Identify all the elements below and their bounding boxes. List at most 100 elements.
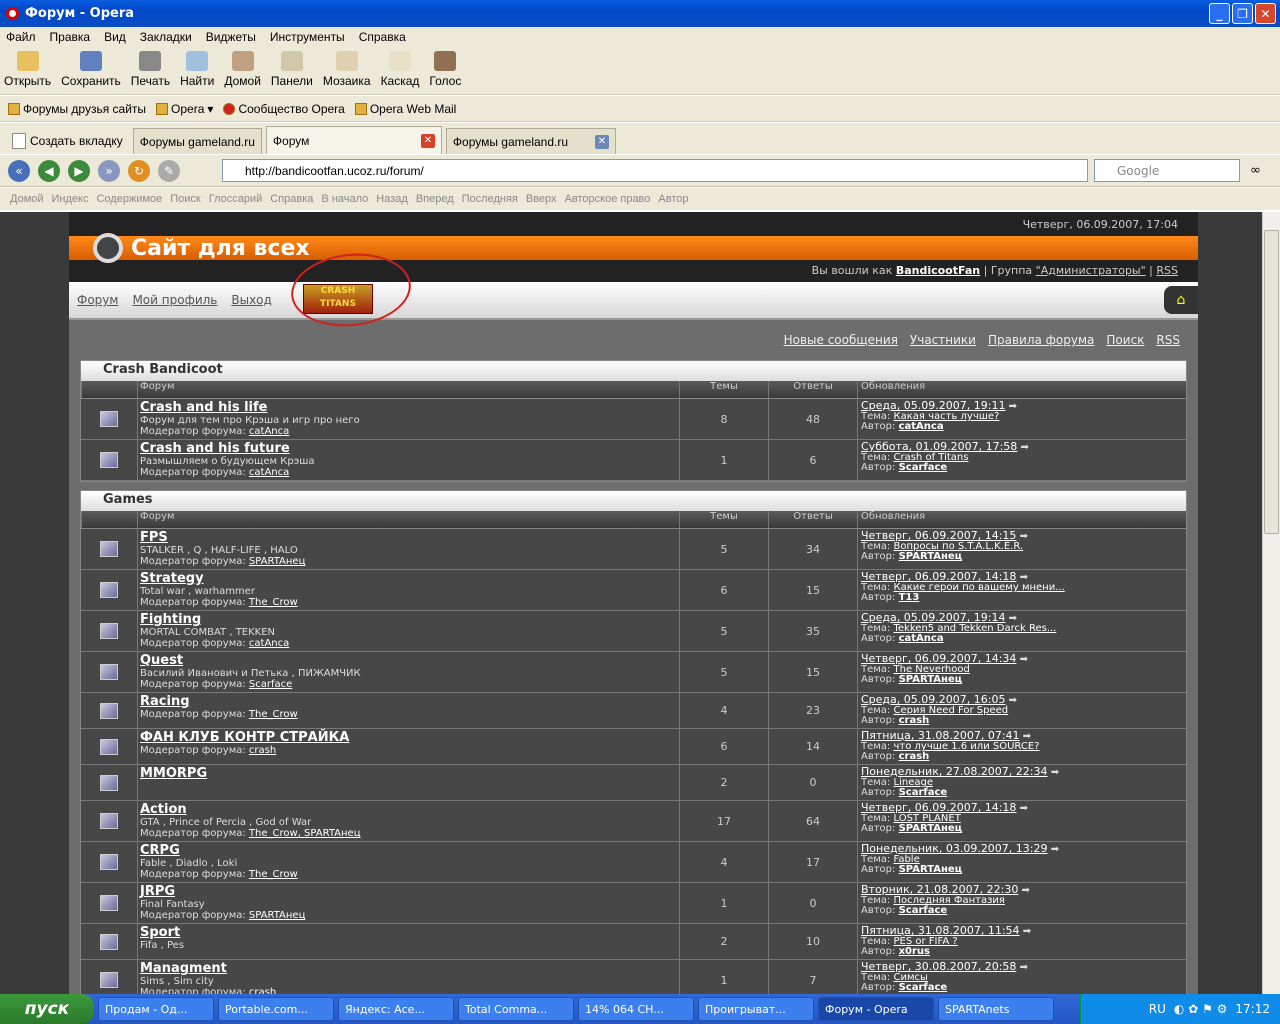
language-indicator[interactable]: RU — [1149, 1002, 1166, 1016]
goto-arrow-icon[interactable]: ➡ — [1051, 844, 1059, 855]
open-button[interactable]: Открыть — [4, 51, 51, 88]
nav-link-forward[interactable]: Вперед — [416, 193, 454, 205]
nav-link-help[interactable]: Справка — [270, 193, 313, 205]
nav-link-back[interactable]: Назад — [376, 193, 408, 205]
goto-arrow-icon[interactable]: ➡ — [1009, 695, 1017, 706]
goto-arrow-icon[interactable]: ➡ — [1023, 926, 1031, 937]
taskbar-item[interactable]: Форум - Opera — [818, 997, 934, 1021]
save-button[interactable]: Сохранить — [61, 51, 121, 88]
taskbar-item[interactable]: Проигрыват... — [698, 997, 814, 1021]
tab-gameland-2[interactable]: Форумы gameland.ru ✕ — [445, 128, 616, 154]
search-input[interactable]: Google — [1094, 159, 1240, 182]
forum-name-link[interactable]: Action — [140, 803, 679, 817]
goto-arrow-icon[interactable]: ➡ — [1009, 401, 1017, 412]
author-link[interactable]: T13 — [899, 592, 920, 603]
author-link[interactable]: Scarface — [899, 787, 948, 798]
goto-arrow-icon[interactable]: ➡ — [1021, 442, 1029, 453]
new-tab-button[interactable]: Создать вкладку — [6, 128, 129, 154]
nav-profile[interactable]: Мой профиль — [132, 293, 217, 307]
fast-forward-icon[interactable]: » — [98, 159, 120, 182]
moderator-link[interactable]: Scarface — [249, 679, 292, 690]
forum-name-link[interactable]: Fighting — [140, 613, 679, 627]
forward-icon[interactable]: ▶ — [68, 159, 90, 182]
author-link[interactable]: crash — [899, 715, 930, 726]
search-link[interactable]: Поиск — [1106, 333, 1144, 347]
new-posts-link[interactable]: Новые сообщения — [784, 333, 898, 347]
author-link[interactable]: catAnca — [899, 633, 944, 644]
taskbar-item[interactable]: Total Comma... — [458, 997, 574, 1021]
voice-button[interactable]: Голос — [429, 51, 461, 88]
binoculars-icon[interactable]: ∞ — [1250, 163, 1261, 178]
menu-bookmarks[interactable]: Закладки — [140, 30, 192, 44]
moderator-link[interactable]: catAnca — [249, 638, 289, 649]
goto-arrow-icon[interactable]: ➡ — [1022, 885, 1030, 896]
forum-name-link[interactable]: Managment — [140, 962, 679, 976]
members-link[interactable]: Участники — [910, 333, 976, 347]
bookmark-opera-folder[interactable]: Opera ▾ — [156, 102, 213, 116]
rules-link[interactable]: Правила форума — [988, 333, 1094, 347]
reload-icon[interactable]: ↻ — [128, 159, 150, 182]
tab-gameland-1[interactable]: Форумы gameland.ru — [132, 128, 262, 154]
menu-file[interactable]: Файл — [6, 30, 36, 44]
nav-forum[interactable]: Форум — [77, 293, 118, 307]
start-button[interactable]: пуск — [0, 994, 94, 1024]
author-link[interactable]: SPARTAнец — [899, 674, 963, 685]
rss-link[interactable]: RSS — [1156, 333, 1180, 347]
forum-name-link[interactable]: Crash and his life — [140, 401, 679, 415]
tile-button[interactable]: Мозаика — [323, 51, 371, 88]
goto-arrow-icon[interactable]: ➡ — [1020, 803, 1028, 814]
author-link[interactable]: Scarface — [899, 905, 948, 916]
address-input[interactable]: http://bandicootfan.ucoz.ru/forum/ — [222, 159, 1088, 182]
author-link[interactable]: x0rus — [899, 946, 930, 957]
nav-link-index[interactable]: Индекс — [52, 193, 89, 205]
close-tab-icon[interactable]: ✕ — [594, 134, 609, 149]
nav-link-last[interactable]: Последняя — [462, 193, 518, 205]
minimize-button[interactable]: _ — [1209, 3, 1230, 24]
moderator-link[interactable]: SPARTAнец — [249, 556, 305, 567]
taskbar-item[interactable]: Продам - Од... — [98, 997, 214, 1021]
close-button[interactable]: ✕ — [1255, 3, 1276, 24]
moderator-link[interactable]: crash — [249, 745, 276, 756]
nav-logout[interactable]: Выход — [231, 293, 271, 307]
author-link[interactable]: crash — [899, 751, 930, 762]
goto-arrow-icon[interactable]: ➡ — [1051, 767, 1059, 778]
bookmark-opera-webmail[interactable]: Opera Web Mail — [354, 102, 456, 116]
forum-name-link[interactable]: Racing — [140, 695, 679, 709]
bookmark-opera-community[interactable]: Сообщество Opera — [223, 102, 345, 116]
moderator-link[interactable]: crash — [249, 987, 276, 994]
moderator-link[interactable]: The_Crow — [249, 709, 298, 720]
forum-name-link[interactable]: Strategy — [140, 572, 679, 586]
forum-name-link[interactable]: JRPG — [140, 885, 679, 899]
user-link[interactable]: BandicootFan — [896, 264, 980, 277]
moderator-link[interactable]: The_Crow — [249, 869, 298, 880]
vertical-scrollbar[interactable] — [1262, 212, 1280, 994]
forum-name-link[interactable]: Crash and his future — [140, 442, 679, 456]
nav-link-copyright[interactable]: Авторское право — [565, 193, 651, 205]
rewind-icon[interactable]: « — [8, 159, 30, 182]
category-title[interactable]: Crash Bandicoot — [81, 361, 1186, 381]
home-icon[interactable]: ⌂ — [1164, 286, 1198, 314]
print-button[interactable]: Печать — [131, 51, 170, 88]
tab-forum[interactable]: Форум ✕ — [265, 126, 442, 154]
nav-link-home[interactable]: Домой — [10, 193, 44, 205]
menu-view[interactable]: Вид — [104, 30, 126, 44]
forum-name-link[interactable]: Quest — [140, 654, 679, 668]
back-icon[interactable]: ◀ — [38, 159, 60, 182]
moderator-link[interactable]: SPARTAнец — [249, 910, 305, 921]
panels-button[interactable]: Панели — [271, 51, 313, 88]
moderator-link[interactable]: catAnca — [249, 467, 289, 478]
category-title[interactable]: Games — [81, 491, 1186, 511]
taskbar-item[interactable]: Portable.com... — [218, 997, 334, 1021]
nav-link-search[interactable]: Поиск — [170, 193, 200, 205]
author-link[interactable]: SPARTAнец — [899, 823, 963, 834]
home-button[interactable]: Домой — [224, 51, 261, 88]
goto-arrow-icon[interactable]: ➡ — [1020, 962, 1028, 973]
forum-name-link[interactable]: MMORPG — [140, 767, 679, 781]
goto-arrow-icon[interactable]: ➡ — [1020, 654, 1028, 665]
author-link[interactable]: SPARTAнец — [899, 551, 963, 562]
close-tab-icon[interactable]: ✕ — [420, 133, 435, 148]
edit-icon[interactable]: ✎ — [158, 159, 180, 182]
nav-link-glossary[interactable]: Глоссарий — [209, 193, 263, 205]
taskbar-item[interactable]: Яндекс: Асе... — [338, 997, 454, 1021]
menu-edit[interactable]: Правка — [50, 30, 91, 44]
